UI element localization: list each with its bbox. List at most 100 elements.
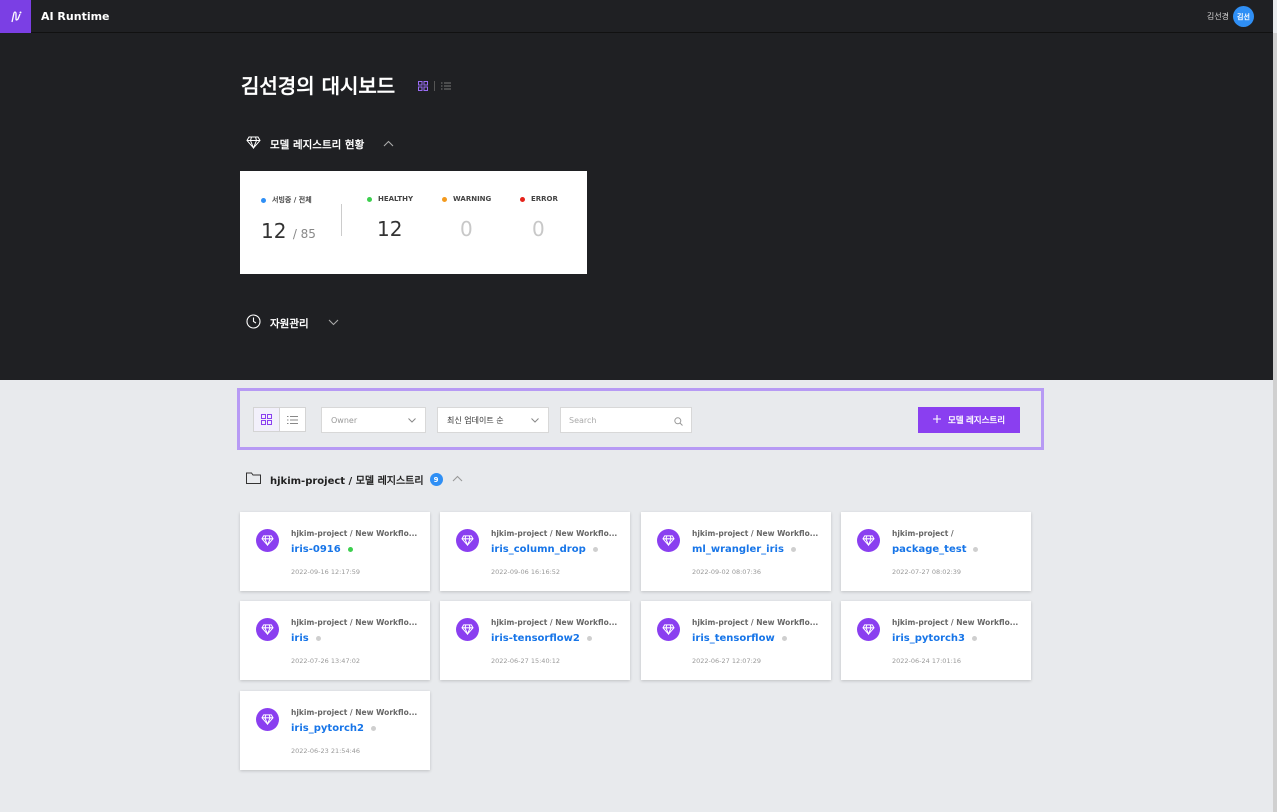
- chevron-down-icon: [408, 416, 416, 425]
- card-name[interactable]: iris_pytorch3: [892, 633, 965, 644]
- count-badge: 9: [429, 473, 443, 486]
- card-path: hjkim-project /: [892, 529, 954, 538]
- status-dot-icon: [790, 547, 796, 552]
- stat-divider: [341, 204, 342, 236]
- card-path: hjkim-project / New Workflo...: [491, 529, 618, 538]
- status-dot-icon: [973, 547, 979, 552]
- card-name[interactable]: iris_pytorch2: [291, 723, 364, 734]
- card-date: 2022-09-06 16:16:52: [491, 568, 561, 576]
- diamond-icon: [657, 529, 680, 552]
- grid-view-icon[interactable]: [418, 76, 428, 95]
- status-dot-icon: [371, 726, 377, 731]
- card-path: hjkim-project / New Workflo...: [892, 618, 1019, 627]
- card-date: 2022-09-02 08:07:36: [692, 568, 762, 576]
- registry-status-title: 모델 레지스트리 현황: [270, 138, 365, 151]
- model-card[interactable]: hjkim-project / New Workflo... iris_pytor…: [841, 601, 1031, 680]
- card-name[interactable]: iris_column_drop: [491, 544, 586, 555]
- divider: [434, 80, 435, 91]
- card-title-link[interactable]: iris_column_drop: [491, 544, 598, 555]
- card-title-link[interactable]: iris-0916: [291, 544, 353, 555]
- stat-error-value: 0: [532, 217, 545, 241]
- chevron-up-icon[interactable]: [452, 474, 463, 485]
- card-date: 2022-09-16 12:17:59: [291, 568, 361, 576]
- top-bar: AI Runtime 김선경 김선: [0, 0, 1273, 33]
- diamond-icon: [256, 529, 279, 552]
- card-name[interactable]: iris-tensorflow2: [491, 633, 580, 644]
- app-title: AI Runtime: [41, 10, 110, 23]
- stat-serving-total: / 85: [292, 227, 316, 241]
- owner-select[interactable]: Owner: [321, 407, 426, 433]
- model-card[interactable]: hjkim-project / New Workflo... iris-tenso…: [440, 601, 630, 680]
- card-title-link[interactable]: iris_pytorch2: [291, 723, 377, 734]
- model-card[interactable]: hjkim-project / New Workflo... iris 2022-0…: [240, 601, 430, 680]
- status-dot-icon: [972, 636, 978, 641]
- serving-dot-icon: [261, 197, 266, 203]
- status-dot-icon: [586, 636, 592, 641]
- stat-healthy-label: HEALTHY: [378, 195, 414, 203]
- diamond-icon: [256, 708, 279, 731]
- card-date: 2022-06-27 12:07:29: [692, 657, 762, 665]
- warning-dot-icon: [442, 196, 447, 202]
- stat-serving-value: 12: [261, 219, 287, 243]
- card-path: hjkim-project / New Workflo...: [291, 708, 418, 717]
- model-card[interactable]: hjkim-project / New Workflo... iris-0916 2…: [240, 512, 430, 591]
- search-input[interactable]: [569, 415, 669, 425]
- error-dot-icon: [520, 196, 525, 202]
- resource-header[interactable]: 자원관리: [246, 314, 339, 332]
- folder-icon: [246, 472, 261, 487]
- chevron-up-icon[interactable]: [383, 138, 394, 150]
- stat-warning-value: 0: [460, 217, 473, 241]
- card-title-link[interactable]: package_test: [892, 544, 979, 555]
- card-title-link[interactable]: iris-tensorflow2: [491, 633, 592, 644]
- list-view-icon[interactable]: [441, 76, 451, 95]
- card-name[interactable]: ml_wrangler_iris: [692, 544, 784, 555]
- stat-error: ERROR 0: [520, 195, 558, 241]
- card-date: 2022-06-23 21:54:46: [291, 747, 361, 755]
- filter-toolbar: Owner 최신 업데이트 순 모델 레지스트리: [237, 388, 1044, 450]
- clock-icon: [246, 314, 261, 332]
- project-group-header[interactable]: hjkim-project / 모델 레지스트리 9: [246, 472, 463, 487]
- grid-view-button[interactable]: [254, 408, 280, 431]
- app-logo-icon[interactable]: [0, 0, 31, 33]
- card-title-link[interactable]: iris: [291, 633, 321, 644]
- model-card[interactable]: hjkim-project / New Workflo... iris_tenso…: [641, 601, 831, 680]
- dashboard-hero: 김선경의 대시보드 모델 레지스트리 현황 서빙중 / 전체 12 / 85 H…: [0, 33, 1273, 380]
- page-title: 김선경의 대시보드: [241, 74, 396, 98]
- registry-status-header[interactable]: 모델 레지스트리 현황: [246, 136, 394, 152]
- scrollbar[interactable]: [1273, 33, 1277, 812]
- diamond-icon: [456, 618, 479, 641]
- plus-icon: [932, 415, 941, 425]
- card-name[interactable]: package_test: [892, 544, 966, 555]
- model-card[interactable]: hjkim-project / New Workflo... iris_colum…: [440, 512, 630, 591]
- chevron-down-icon[interactable]: [328, 317, 339, 329]
- stat-error-label: ERROR: [531, 195, 558, 203]
- add-model-registry-button[interactable]: 모델 레지스트리: [918, 407, 1020, 433]
- card-date: 2022-07-26 13:47:02: [291, 657, 361, 665]
- card-name[interactable]: iris_tensorflow: [692, 633, 775, 644]
- stat-healthy-value: 12: [377, 217, 403, 241]
- status-dot-icon: [592, 547, 598, 552]
- stat-warning-label: WARNING: [453, 195, 492, 203]
- group-title: hjkim-project / 모델 레지스트리: [270, 476, 424, 487]
- model-card[interactable]: hjkim-project / package_test 2022-07-27 08…: [841, 512, 1031, 591]
- search-icon[interactable]: [674, 411, 683, 430]
- resource-title: 자원관리: [270, 317, 309, 330]
- card-date: 2022-06-24 17:01:16: [892, 657, 962, 665]
- card-title-link[interactable]: iris_tensorflow: [692, 633, 787, 644]
- model-card[interactable]: hjkim-project / New Workflo... ml_wrangle…: [641, 512, 831, 591]
- user-name[interactable]: 김선경: [1207, 11, 1229, 22]
- dashboard-view-toggle: [418, 76, 451, 95]
- list-view-button[interactable]: [280, 408, 305, 431]
- diamond-icon: [246, 136, 261, 152]
- card-date: 2022-06-27 15:40:12: [491, 657, 561, 665]
- sort-select[interactable]: 최신 업데이트 순: [437, 407, 549, 433]
- card-name[interactable]: iris: [291, 633, 309, 644]
- stat-serving-label: 서빙중 / 전체: [272, 196, 312, 204]
- model-card[interactable]: hjkim-project / New Workflo... iris_pytor…: [240, 691, 430, 770]
- card-title-link[interactable]: ml_wrangler_iris: [692, 544, 796, 555]
- card-title-link[interactable]: iris_pytorch3: [892, 633, 978, 644]
- avatar[interactable]: 김선: [1233, 6, 1254, 27]
- card-name[interactable]: iris-0916: [291, 544, 341, 555]
- stat-healthy: HEALTHY 12: [367, 195, 413, 241]
- status-dot-icon: [315, 636, 321, 641]
